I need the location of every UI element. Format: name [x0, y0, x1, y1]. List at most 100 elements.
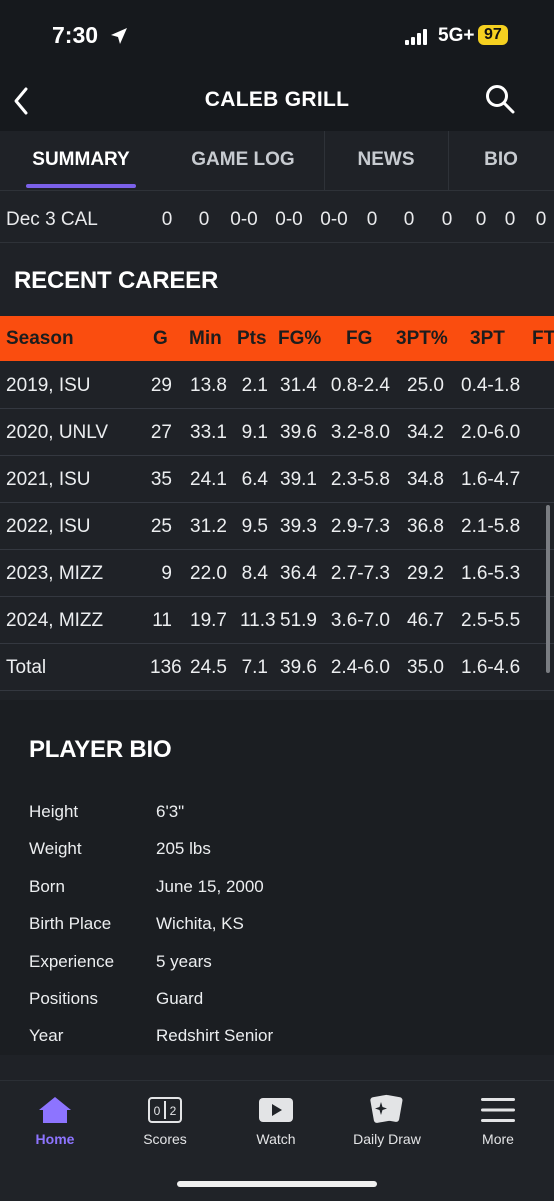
nav-label: Scores — [143, 1131, 187, 1147]
stat-cell: 72 — [536, 657, 554, 679]
battery-indicator: 97 — [478, 25, 508, 45]
tab-bar: SUMMARY GAME LOG NEWS BIO — [0, 131, 554, 191]
stat-cell: 3.2-8.0 — [330, 422, 390, 443]
column-header: Min — [189, 328, 222, 349]
play-icon — [258, 1097, 294, 1128]
status-bar: 7:30 5G+ 97 — [0, 0, 554, 75]
home-indicator — [177, 1181, 377, 1187]
game-stat: 0 — [366, 209, 378, 230]
bio-label: Positions — [29, 989, 98, 1008]
bio-value: 205 lbs — [156, 839, 211, 858]
stat-cell: 2.1 — [241, 375, 268, 396]
season-cell: 2020, UNLV — [6, 422, 109, 443]
stat-cell: 27 — [150, 422, 172, 443]
bio-value: 5 years — [156, 952, 212, 971]
stat-cell: 2.7-7.3 — [330, 563, 390, 584]
stat-cell: 39.6 — [280, 422, 317, 443]
tab-news[interactable]: NEWS — [336, 149, 436, 171]
bio-value: Guard — [156, 989, 204, 1008]
menu-icon — [480, 1096, 516, 1129]
network-type: 5G+ — [438, 25, 475, 46]
stat-cell: 1.6-4.6 — [461, 657, 521, 678]
table-row: 2023, MIZZ 9 22.0 8.4 36.4 2.7-7.3 29.2 1.6-5.3… — [0, 550, 554, 597]
stat-cell: 24.5 — [190, 657, 227, 678]
nav-label: More — [482, 1131, 514, 1147]
stat-cell: 2.1-5.8 — [461, 516, 521, 537]
game-stat: 0 — [161, 209, 173, 230]
season-cell: 2023, MIZZ — [6, 563, 104, 584]
game-stat: 0 — [535, 209, 547, 230]
stat-cell: 31.4 — [280, 375, 317, 396]
stat-cell: 9 — [161, 563, 172, 584]
column-header: 3PT — [470, 328, 505, 349]
table-row: 2022, ISU 25 31.2 9.5 39.3 2.9-7.3 36.8 2.1-5.8… — [0, 503, 554, 550]
game-log-row: Dec 3 CAL 0 0 0-0 0-0 0-0 0 0 0 0 0 0 — [0, 198, 554, 243]
stat-cell: 13.8 — [190, 375, 227, 396]
stat-cell: 2.4-6.0 — [330, 657, 390, 678]
stat-cell: 29 — [150, 375, 172, 396]
recent-career-title: RECENT CAREER — [14, 267, 219, 294]
nav-label: Watch — [256, 1131, 296, 1147]
stat-cell: 39.1 — [280, 469, 317, 490]
career-table-header: Season G Min Pts FG% FG 3PT% 3PT FT — [0, 316, 554, 361]
cards-icon — [369, 1093, 405, 1130]
game-stat: 0-0 — [230, 209, 258, 230]
stat-cell: 29.2 — [407, 563, 444, 584]
column-header: 3PT% — [396, 328, 448, 349]
season-cell: 2024, MIZZ — [6, 610, 104, 631]
bio-label: Height — [29, 802, 79, 821]
stat-cell: 11.3 — [240, 610, 276, 631]
stat-cell: 34.8 — [407, 469, 444, 490]
bio-label: Born — [29, 877, 65, 896]
bio-label: Year — [29, 1026, 64, 1045]
column-header: FG% — [278, 328, 322, 349]
active-tab-indicator — [26, 184, 136, 188]
stat-cell: 25.0 — [407, 375, 444, 396]
bio-label: Birth Place — [29, 914, 112, 933]
bio-value: Wichita, KS — [156, 914, 244, 933]
career-table-body: 2019, ISU 29 13.8 2.1 31.4 0.8-2.4 25.0 0.4-1.8… — [0, 362, 554, 691]
page-title: CALEB GRILL — [204, 88, 350, 111]
stat-cell: 62 — [536, 469, 554, 491]
home-icon — [37, 1095, 73, 1130]
stat-cell: 82 — [536, 563, 554, 585]
stat-cell: 0.8-2.4 — [330, 375, 390, 396]
stat-cell: 25 — [150, 516, 172, 537]
stat-cell: 11 — [152, 610, 172, 631]
game-label: Dec 3 CAL — [6, 209, 98, 230]
bio-value: June 15, 2000 — [156, 877, 264, 896]
stat-cell: 9.5 — [241, 516, 268, 537]
stat-cell: 39.3 — [280, 516, 317, 537]
stat-cell: 9.1 — [241, 422, 268, 443]
nav-label: Home — [35, 1131, 75, 1147]
search-icon[interactable] — [484, 83, 516, 120]
stat-cell: 6.4 — [241, 469, 268, 490]
stat-cell: 8.4 — [241, 563, 268, 584]
table-row: 2024, MIZZ 11 19.7 11.3 51.9 3.6-7.0 46.7 2.5-5… — [0, 597, 554, 644]
season-cell: 2022, ISU — [6, 516, 91, 537]
svg-text:0: 0 — [154, 1104, 161, 1118]
tab-game-log[interactable]: GAME LOG — [188, 149, 298, 171]
stat-cell: 36.4 — [280, 563, 317, 584]
stat-cell: 2.3-5.8 — [330, 469, 390, 490]
stat-cell: 35 — [150, 469, 172, 490]
game-stat: 0 — [441, 209, 453, 230]
stat-cell: 33.1 — [190, 422, 227, 443]
location-arrow-icon — [109, 26, 129, 51]
tab-bio[interactable]: BIO — [468, 149, 534, 171]
column-header: Pts — [237, 328, 267, 349]
tab-summary[interactable]: SUMMARY — [26, 149, 136, 171]
column-header: FT — [532, 328, 554, 349]
stat-cell: 22.0 — [190, 563, 227, 584]
tab-divider — [448, 131, 449, 190]
bio-label: Experience — [29, 952, 115, 971]
table-scrollbar[interactable] — [546, 505, 550, 673]
signal-icon — [405, 29, 431, 50]
bio-value: Redshirt Senior — [156, 1026, 274, 1045]
stat-cell: 39.6 — [280, 657, 317, 678]
bio-label: Weight — [29, 839, 82, 858]
season-cell: 2019, ISU — [6, 375, 91, 396]
game-stat: 0 — [198, 209, 210, 230]
stat-cell: 1.6-5.3 — [461, 563, 521, 584]
game-stat: 0 — [504, 209, 516, 230]
